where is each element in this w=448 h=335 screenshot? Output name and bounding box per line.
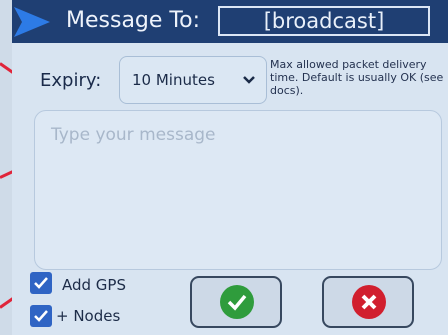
plus-nodes-checkbox[interactable]	[30, 305, 52, 327]
expiry-label: Expiry:	[40, 70, 102, 91]
expiry-dropdown[interactable]: 10 Minutes	[119, 56, 267, 104]
add-gps-checkbox[interactable]	[30, 272, 52, 294]
header-bar: Message To: [broadcast]	[12, 0, 448, 43]
message-screen: Message To: [broadcast] Expiry: 10 Minut…	[12, 0, 448, 335]
cancel-x-icon	[352, 285, 386, 319]
confirm-check-icon	[220, 285, 254, 319]
recipient-field[interactable]: [broadcast]	[218, 6, 430, 36]
check-icon	[34, 310, 48, 322]
header-title: Message To:	[66, 8, 200, 33]
expiry-help-text: Max allowed packet delivery time. Defaul…	[270, 58, 444, 97]
check-icon	[34, 277, 48, 289]
send-button[interactable]	[190, 276, 282, 328]
cancel-button[interactable]	[322, 276, 414, 328]
add-gps-label: Add GPS	[62, 276, 126, 294]
chevron-down-icon	[243, 76, 255, 84]
message-placeholder: Type your message	[51, 125, 216, 145]
message-input[interactable]: Type your message	[34, 110, 442, 270]
plus-nodes-label: + Nodes	[56, 307, 121, 325]
expiry-value: 10 Minutes	[132, 71, 215, 89]
send-logo-icon	[14, 7, 50, 37]
